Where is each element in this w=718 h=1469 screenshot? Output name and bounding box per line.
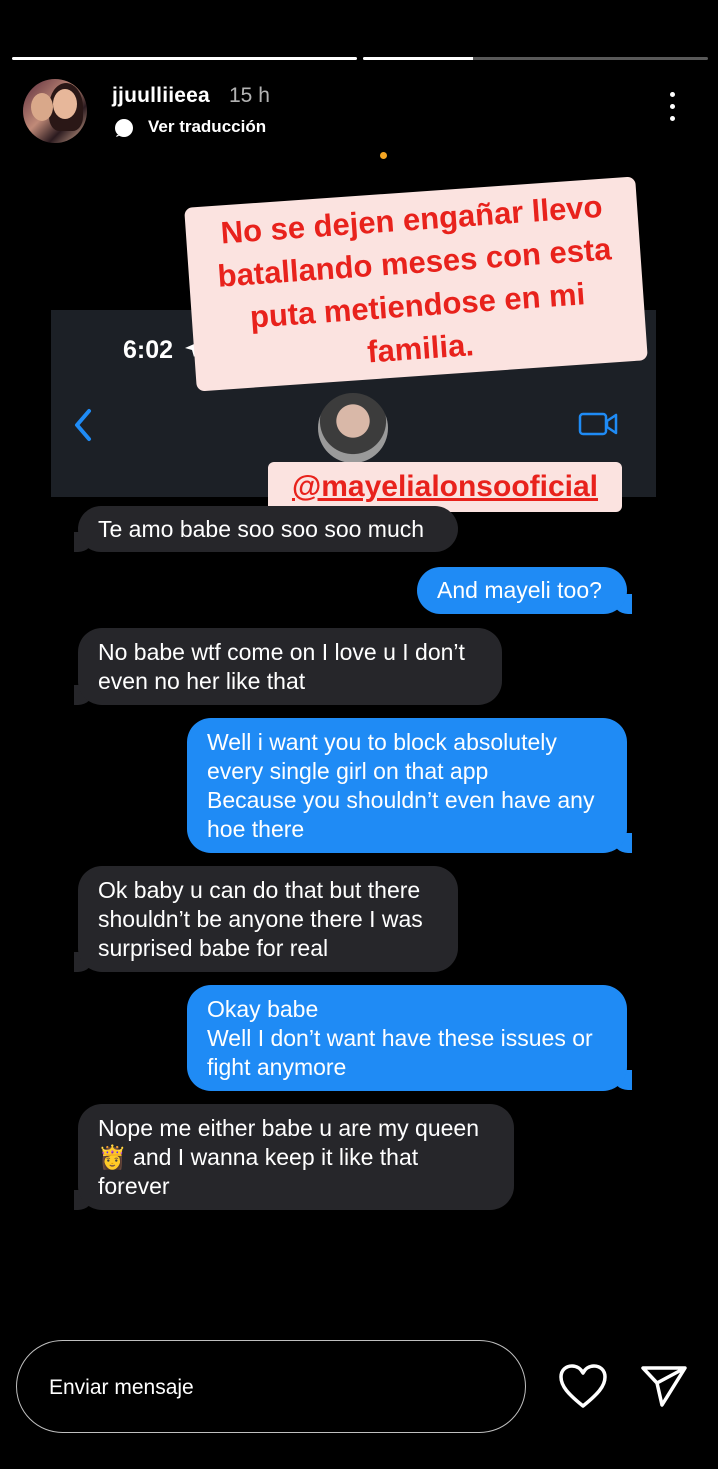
send-message-placeholder[interactable]: Enviar mensaje <box>49 1376 194 1400</box>
contact-avatar[interactable] <box>318 393 388 463</box>
more-options-icon[interactable] <box>661 92 683 128</box>
message-incoming: Ok baby u can do that but there shouldn’… <box>78 866 458 972</box>
message-outgoing: And mayeli too? <box>417 567 627 614</box>
indicator-dot <box>380 152 387 159</box>
message-outgoing: Well i want you to block absolutely ever… <box>187 718 627 853</box>
message-incoming: Te amo babe soo soo soo much <box>78 506 458 552</box>
message-incoming: Nope me either babe u are my queen 👸 and… <box>78 1104 514 1210</box>
avatar[interactable] <box>23 79 87 143</box>
post-time: 15 h <box>229 84 270 107</box>
send-icon[interactable] <box>640 1364 688 1408</box>
story-progress-1-fill <box>12 57 357 60</box>
story-progress-2-fill <box>363 57 474 60</box>
username[interactable]: jjuulliieea <box>112 84 210 108</box>
back-chevron-icon[interactable] <box>72 408 94 442</box>
story-progress-1 <box>12 57 357 60</box>
message-incoming: No babe wtf come on I love u I don’t eve… <box>78 628 502 705</box>
message-outgoing: Okay babe Well I don’t want have these i… <box>187 985 627 1091</box>
story-progress-2 <box>363 57 708 60</box>
mention-sticker[interactable]: @mayelialonsooficial <box>268 462 622 512</box>
translate-link[interactable]: Ver traducción <box>148 117 266 137</box>
caption-sticker: No se dejen engañar llevo batallando mes… <box>184 176 648 392</box>
video-call-icon[interactable] <box>578 411 618 437</box>
heart-icon[interactable] <box>558 1363 608 1409</box>
phone-time: 6:02 <box>123 336 174 364</box>
translate-icon[interactable] <box>114 118 134 138</box>
